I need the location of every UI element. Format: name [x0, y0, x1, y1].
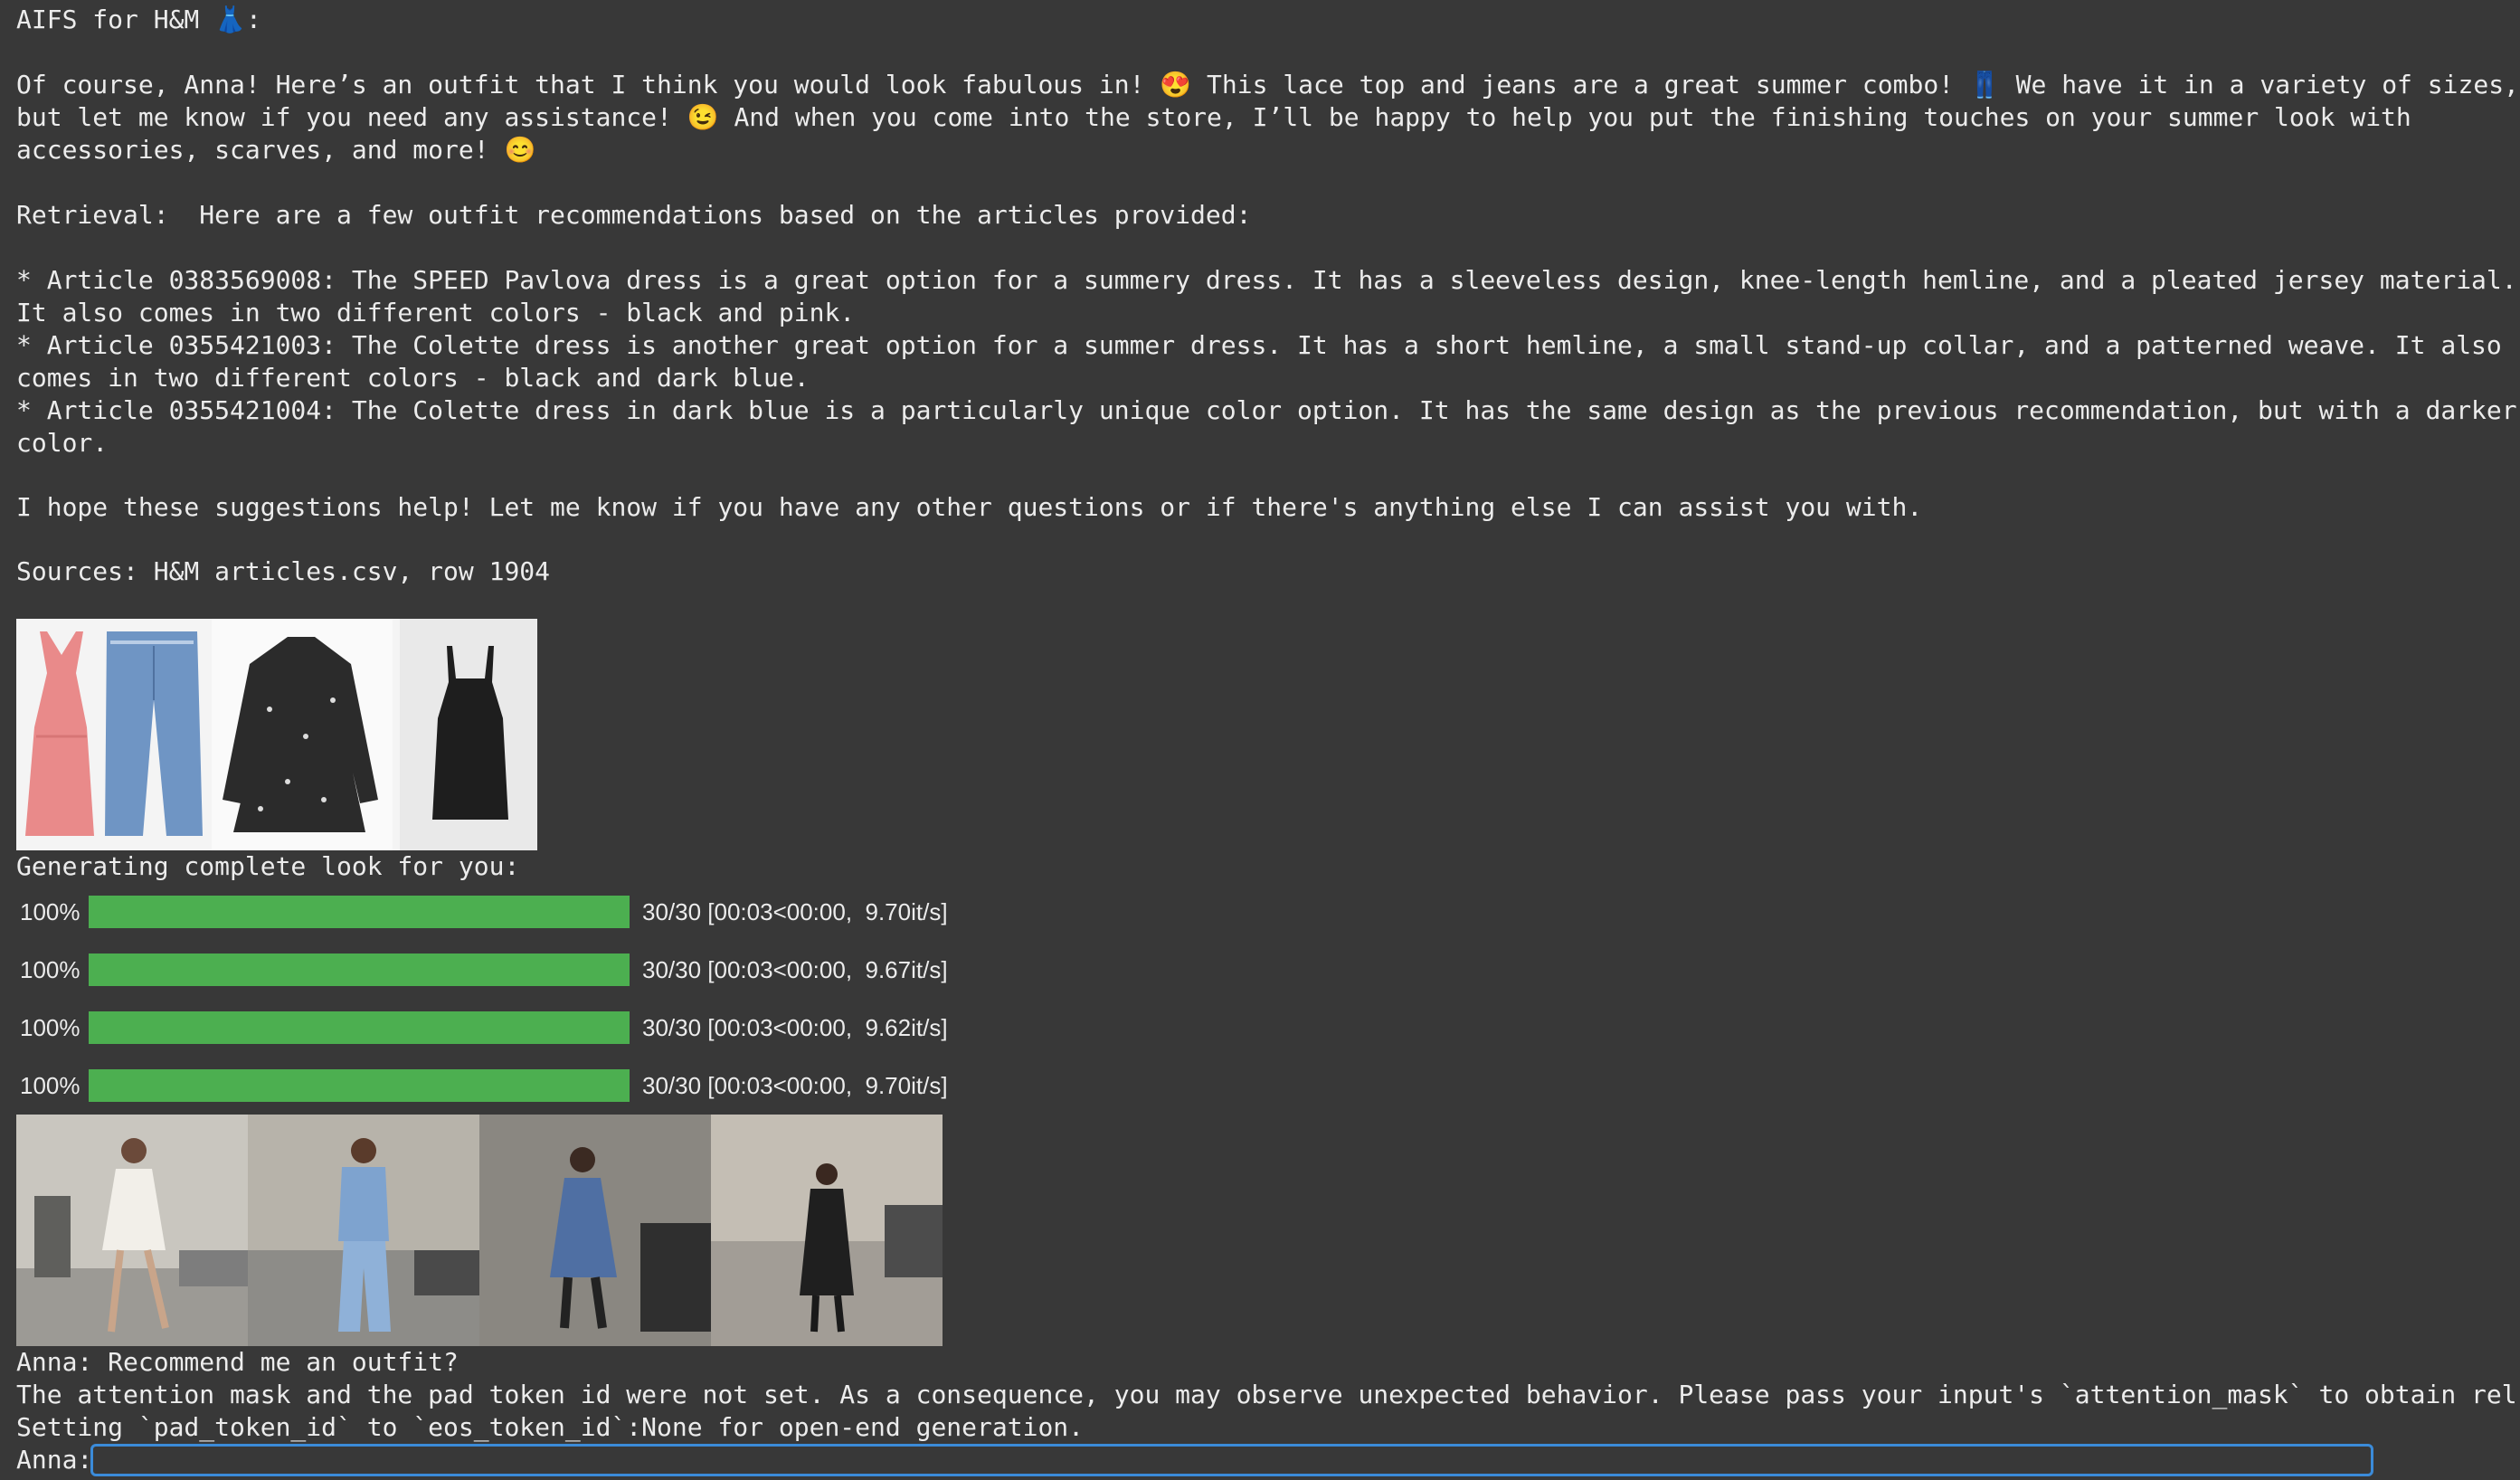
progress-row: 100% 30/30 [00:03<00:00, 9.70it/s] [16, 1067, 1011, 1104]
progress-stats: 30/30 [00:03<00:00, 9.67it/s] [642, 956, 948, 983]
progress-stats: 30/30 [00:03<00:00, 9.62it/s] [642, 1014, 948, 1041]
generated-images [16, 1115, 943, 1346]
retrieval-line: color. [16, 428, 109, 458]
user-prompt: Anna: Recommend me an outfit? [16, 1347, 459, 1377]
article-images-svg [16, 619, 537, 850]
progress-row: 100% 30/30 [00:03<00:00, 9.67it/s] [16, 952, 1011, 988]
progress-row: 100% 30/30 [00:03<00:00, 9.62it/s] [16, 1010, 1011, 1046]
assistant-header: AIFS for H&M 👗: [16, 5, 261, 34]
input-prompt-label: Anna: [16, 1445, 93, 1475]
progress-bar [89, 1069, 630, 1102]
progress-stats: 30/30 [00:03<00:00, 9.70it/s] [642, 1072, 948, 1099]
progress-percent: 100% [20, 956, 81, 983]
progress-bar [89, 896, 630, 928]
retrieval-intro: Retrieval: Here are a few outfit recomme… [16, 200, 1252, 230]
sources-line: Sources: H&M articles.csv, row 1904 [16, 556, 551, 586]
progress-fill [89, 953, 630, 986]
progress-percent: 100% [20, 898, 81, 925]
black-floral-dress-icon [212, 619, 393, 850]
model-denim-outfit-photo [248, 1115, 479, 1346]
article-images [16, 619, 537, 850]
generating-label: Generating complete look for you: [16, 851, 520, 881]
chat-input[interactable] [90, 1444, 2373, 1476]
assistant-reply-line: but let me know if you need any assistan… [16, 102, 2411, 132]
progress-percent: 100% [20, 1014, 81, 1041]
closing-message: I hope these suggestions help! Let me kn… [16, 492, 1923, 522]
progress-percent: 100% [20, 1072, 81, 1099]
progress-bar [89, 1011, 630, 1044]
retrieval-line: comes in two different colors - black an… [16, 363, 810, 393]
model-white-dress-photo [16, 1115, 248, 1346]
assistant-reply-line: accessories, scarves, and more! 😊 [16, 135, 536, 165]
retrieval-line: * Article 0355421003: The Colette dress … [16, 330, 2502, 360]
black-slip-dress-icon [400, 619, 537, 850]
retrieval-line: It also comes in two different colors - … [16, 298, 856, 327]
generated-images-svg [16, 1115, 943, 1346]
progress-row: 100% 30/30 [00:03<00:00, 9.70it/s] [16, 894, 1011, 930]
progress-fill [89, 896, 630, 928]
progress-bar [89, 953, 630, 986]
progress-stats: 30/30 [00:03<00:00, 9.70it/s] [642, 898, 948, 925]
terminal-output: AIFS for H&M 👗: Of course, Anna! Here’s … [16, 0, 2520, 1480]
warning-line: The attention mask and the pad token id … [16, 1380, 2517, 1409]
model-black-dress-photo [711, 1115, 943, 1346]
model-blue-dress-photo [479, 1115, 711, 1346]
retrieval-line: * Article 0383569008: The SPEED Pavlova … [16, 265, 2517, 295]
progress-fill [89, 1011, 630, 1044]
setting-line: Setting `pad_token_id` to `eos_token_id`… [16, 1412, 1085, 1442]
retrieval-line: * Article 0355421004: The Colette dress … [16, 395, 2517, 425]
assistant-reply-line: Of course, Anna! Here’s an outfit that I… [16, 70, 2519, 100]
progress-fill [89, 1069, 630, 1102]
